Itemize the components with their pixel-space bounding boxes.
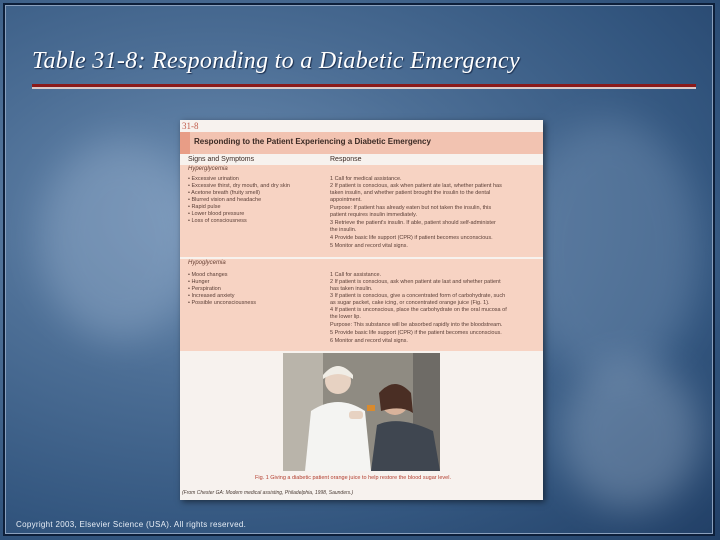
response-item: 3 Retrieve the patient's insulin. If abl… <box>330 220 496 226</box>
sign-item: • Rapid pulse <box>188 204 221 210</box>
sign-item: • Acetone breath (fruity smell) <box>188 190 260 196</box>
header-side-bar <box>180 132 190 154</box>
response-item: 5 Provide basic life support (CPR) if th… <box>330 330 502 336</box>
sign-item: • Perspiration <box>188 286 221 292</box>
response-item: 3 If patient is conscious, give a concen… <box>330 293 506 299</box>
response-item: Purpose: If patient has already eaten bu… <box>330 205 492 211</box>
response-item: the lower lip. <box>330 314 361 320</box>
response-item: taken insulin, and whether patient broug… <box>330 190 491 196</box>
sign-item: • Increased anxiety <box>188 293 235 299</box>
response-item: 2 If patient is conscious, ask when pati… <box>330 183 502 189</box>
column-header-signs: Signs and Symptoms <box>188 156 255 163</box>
patient-photo <box>283 353 440 471</box>
section-hyperglycemia: Hyperglycemia • Excessive urination • Ex… <box>180 165 543 257</box>
response-item: 2 If patient is conscious, ask when pati… <box>330 279 501 285</box>
table-tag: 31-8 <box>182 121 199 131</box>
column-header-response: Response <box>330 156 362 163</box>
figure-header-title: Responding to the Patient Experiencing a… <box>194 137 431 146</box>
section-title: Hypoglycemia <box>188 260 226 266</box>
sign-item: • Hunger <box>188 279 210 285</box>
response-item: 5 Monitor and record vital signs. <box>330 243 408 249</box>
sign-item: • Excessive thirst, dry mouth, and dry s… <box>188 183 290 189</box>
slide: { "slide": { "title": "Table 31-8: Respo… <box>0 0 720 540</box>
slide-title: Table 31-8: Responding to a Diabetic Eme… <box>32 48 520 74</box>
response-item: the insulin. <box>330 227 357 233</box>
response-item: 4 If patient is unconscious, place the c… <box>330 307 507 313</box>
table-figure: 31-8 Responding to the Patient Experienc… <box>180 120 543 500</box>
title-underline <box>32 84 696 89</box>
sign-item: • Lower blood pressure <box>188 211 245 217</box>
response-item: as sugar packet, cake icing, or concentr… <box>330 300 490 306</box>
response-item: 1 Call for assistance. <box>330 272 382 278</box>
response-item: appointment. <box>330 197 362 203</box>
figure-credit: (From Chester GA: Modern medical assisti… <box>182 490 354 496</box>
response-item: 4 Provide basic life support (CPR) if pa… <box>330 235 493 241</box>
response-item: patient requires insulin immediately. <box>330 212 418 218</box>
figure-caption: Fig. 1 Giving a diabetic patient orange … <box>255 475 451 481</box>
sign-item: • Blurred vision and headache <box>188 197 262 203</box>
response-item: 6 Monitor and record vital signs. <box>330 338 408 344</box>
sign-item: • Loss of consciousness <box>188 218 247 224</box>
figure-header: Responding to the Patient Experiencing a… <box>180 132 543 154</box>
response-item: has taken insulin. <box>330 286 373 292</box>
response-item: Purpose: This substance will be absorbed… <box>330 322 503 328</box>
sign-item: • Possible unconsciousness <box>188 300 256 306</box>
sign-item: • Mood changes <box>188 272 228 278</box>
sign-item: • Excessive urination <box>188 176 239 182</box>
section-hypoglycemia: Hypoglycemia • Mood changes • Hunger • P… <box>180 259 543 351</box>
photo-illustration <box>283 353 440 471</box>
copyright-notice: Copyright 2003, Elsevier Science (USA). … <box>16 520 247 529</box>
section-title: Hyperglycemia <box>188 166 228 172</box>
response-item: 1 Call for medical assistance. <box>330 176 402 182</box>
